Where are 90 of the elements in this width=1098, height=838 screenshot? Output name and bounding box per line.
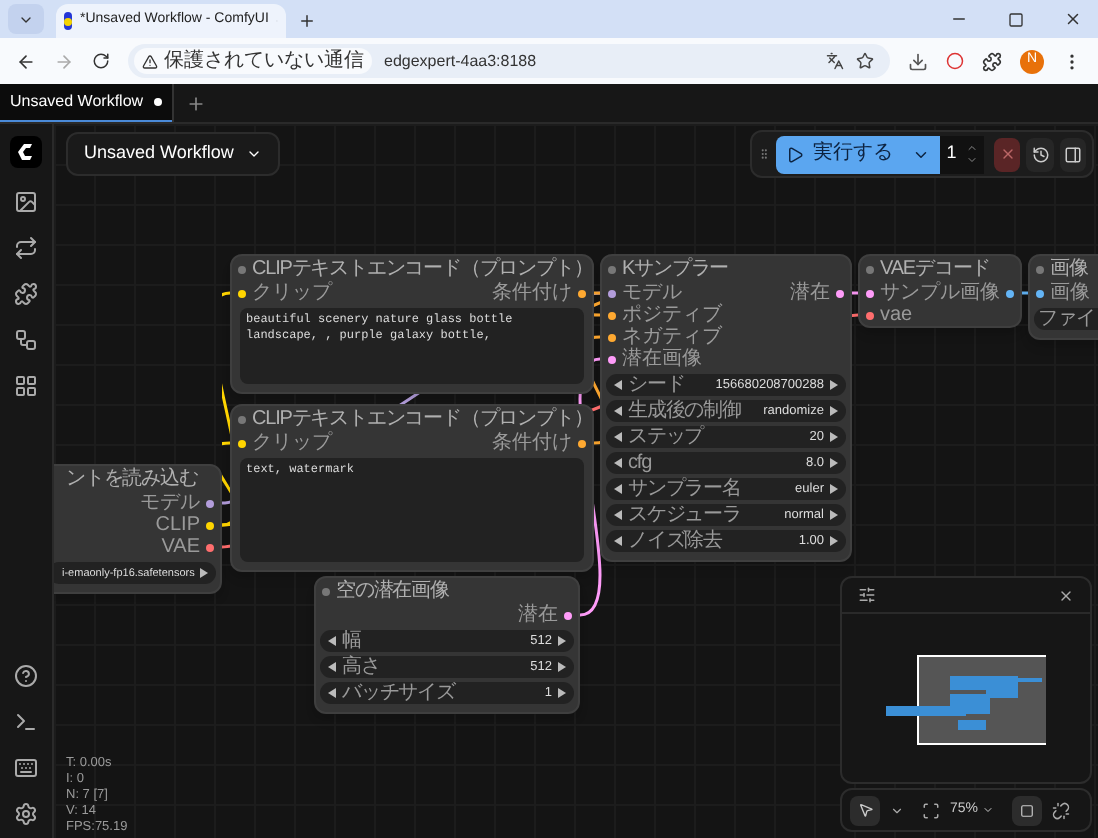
maximize-icon[interactable]: [1008, 12, 1024, 28]
decrement-arrow-icon[interactable]: [328, 636, 336, 646]
decrement-arrow-icon[interactable]: [614, 536, 622, 546]
chevron-icon: [982, 804, 995, 816]
node-title: ントを読み込む: [66, 469, 198, 489]
decrement-arrow-icon[interactable]: [614, 484, 622, 494]
workflow-icon[interactable]: [14, 328, 38, 352]
puzzle-icon[interactable]: [982, 51, 1002, 71]
panel-toggle-button[interactable]: [1059, 137, 1087, 171]
decrement-arrow-icon[interactable]: [614, 458, 622, 468]
star-icon[interactable]: [856, 52, 874, 70]
node-title: CLIPテキストエンコード（プロンプト）: [252, 409, 593, 429]
workflow-tab[interactable]: Unsaved Workflow: [0, 84, 172, 122]
node-title: 空の潜在画像: [336, 581, 449, 601]
input-label: vae: [880, 305, 913, 325]
puzzle-icon[interactable]: [14, 282, 38, 306]
input-label: クリップ: [252, 433, 332, 453]
increment-arrow-icon[interactable]: [200, 568, 209, 578]
decrement-arrow-icon[interactable]: [614, 380, 622, 390]
increment-arrow-icon[interactable]: [830, 510, 838, 520]
fit-view-icon[interactable]: [922, 801, 940, 819]
increment-arrow-icon[interactable]: [830, 380, 838, 390]
chevron-icon[interactable]: [890, 803, 904, 817]
increment-arrow-icon[interactable]: [830, 406, 838, 416]
grid-icon[interactable]: [14, 374, 38, 398]
input-label: 画像: [1050, 283, 1090, 303]
workflow-menu-button[interactable]: Unsaved Workflow: [66, 132, 280, 176]
pointer-icon: [857, 802, 873, 818]
decrement-arrow-icon[interactable]: [614, 432, 622, 442]
decrement-arrow-icon[interactable]: [328, 662, 336, 672]
url-text: edgexpert-4aa3:8188: [384, 49, 537, 73]
minimap-toggle-button[interactable]: [1012, 795, 1043, 825]
site-logo-icon: [64, 12, 72, 30]
decrement-arrow-icon[interactable]: [328, 688, 336, 698]
keyboard-icon[interactable]: [14, 756, 38, 780]
decrement-arrow-icon[interactable]: [614, 406, 622, 416]
history-icon: [1031, 145, 1049, 163]
increment-arrow-icon[interactable]: [558, 662, 566, 672]
new-tab-icon[interactable]: [185, 93, 206, 113]
output-label: 潜在: [518, 605, 558, 625]
increment-arrow-icon[interactable]: [830, 458, 838, 468]
decrement-arrow-icon[interactable]: [614, 510, 622, 520]
input-label: 潜在画像: [622, 349, 702, 369]
output-label: 条件付け: [492, 433, 572, 453]
output-label: VAE: [161, 537, 200, 557]
input-label: サンプル: [880, 283, 960, 303]
download-icon[interactable]: [908, 51, 928, 71]
input-label: クリップ: [252, 283, 332, 303]
output-label: モデル: [140, 493, 200, 513]
node-title: VAEデコード: [880, 259, 991, 279]
play-icon: [786, 145, 805, 163]
increment-arrow-icon[interactable]: [830, 484, 838, 494]
run-button[interactable]: 実行する: [776, 135, 941, 173]
settings-icon[interactable]: [858, 586, 876, 604]
output-label: 条件付け: [492, 283, 572, 303]
node-title: CLIPテキストエンコード（プロンプト）: [252, 259, 593, 279]
node-canvas[interactable]: [54, 124, 1098, 838]
image-icon[interactable]: [14, 190, 38, 214]
minimap-drawing[interactable]: [886, 650, 1046, 746]
address-bar[interactable]: 保護されていない通信 edgexpert-4aa3:8188: [128, 44, 890, 78]
increment-arrow-icon[interactable]: [558, 636, 566, 646]
app-logo-icon[interactable]: [10, 136, 42, 168]
back-icon[interactable]: [16, 51, 36, 71]
output-label: 潜在: [790, 283, 830, 303]
warning-icon: [142, 53, 158, 69]
output-label: 画像: [960, 283, 1000, 303]
increment-arrow-icon[interactable]: [558, 688, 566, 698]
chevron-icon: [245, 146, 262, 162]
link-off-icon[interactable]: [1052, 801, 1071, 819]
input-label: ポジティブ: [622, 305, 722, 325]
input-label: モデル: [622, 283, 682, 303]
node-title: Kサンプラー: [622, 259, 729, 279]
node-title: 画像: [1050, 259, 1088, 279]
record-icon[interactable]: [946, 52, 964, 70]
terminal-icon[interactable]: [14, 710, 38, 734]
translate-icon[interactable]: [826, 52, 844, 70]
widget-field[interactable]: ファイ: [1034, 308, 1098, 330]
repeat-icon[interactable]: [14, 236, 38, 260]
new-tab-icon[interactable]: [298, 12, 316, 30]
square-icon: [1020, 803, 1035, 817]
reload-icon[interactable]: [92, 52, 110, 70]
help-icon[interactable]: [14, 664, 38, 688]
increment-arrow-icon[interactable]: [830, 432, 838, 442]
input-label: ネガティブ: [622, 327, 722, 347]
output-label: CLIP: [155, 515, 200, 535]
select-tool-button[interactable]: [850, 795, 880, 825]
history-button[interactable]: [1026, 137, 1054, 171]
increment-arrow-icon[interactable]: [830, 536, 838, 546]
settings-icon[interactable]: [14, 802, 38, 826]
side-panel-icon: [1063, 145, 1082, 163]
